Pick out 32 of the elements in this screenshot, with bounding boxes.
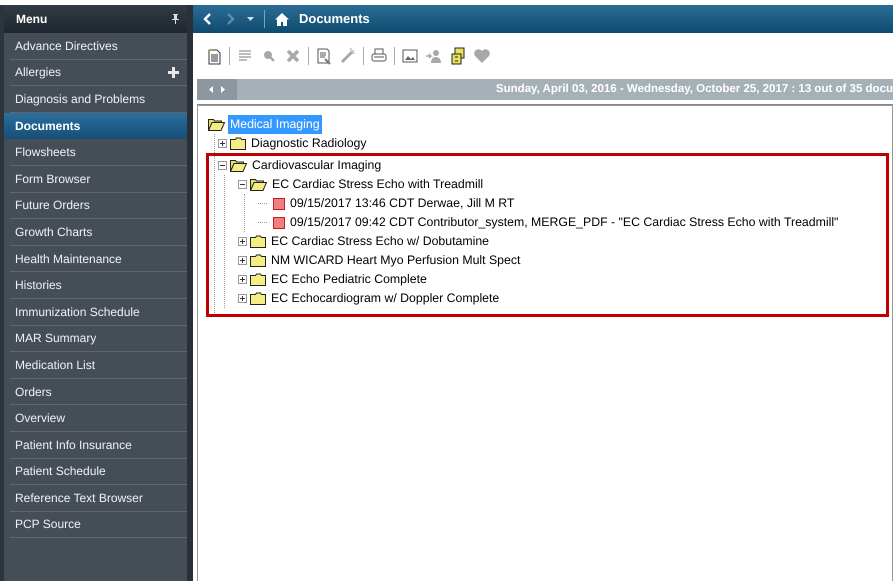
folder-item[interactable]: EC Cardiac Stress Echo w/ Dobutamine xyxy=(269,232,492,251)
back-button[interactable] xyxy=(201,13,214,25)
document-item[interactable]: 09/15/2017 13:46 CDT Derwae, Jill M RT xyxy=(288,194,516,213)
folder-item[interactable]: NM WICARD Heart Myo Perfusion Mult Spect xyxy=(269,251,522,270)
folder-item[interactable]: EC Cardiac Stress Echo with Treadmill xyxy=(270,175,486,194)
expander-icon[interactable] xyxy=(238,294,247,303)
expander-icon[interactable] xyxy=(238,256,247,265)
menu-title: Menu xyxy=(16,11,48,28)
file-cabinet-icon[interactable] xyxy=(449,47,467,65)
document-icon[interactable] xyxy=(315,47,333,65)
date-range-text: Sunday, April 03, 2016 - Wednesday, October 25, 2017 : 13 out of 35 docu xyxy=(496,82,893,97)
folder-item[interactable]: EC Echo Pediatric Complete xyxy=(269,270,429,289)
previous-arrow-icon[interactable] xyxy=(209,86,213,93)
pin-icon[interactable] xyxy=(172,14,179,24)
expander-icon[interactable] xyxy=(218,161,227,170)
expander-icon[interactable] xyxy=(238,275,247,284)
menu-item[interactable]: Documents xyxy=(4,112,187,140)
expander-icon[interactable] xyxy=(238,237,247,246)
document-item[interactable]: 09/15/2017 09:42 CDT Contributor_system, MERGE_PDF - "EC Cardiac Stress Echo with Treadmill" xyxy=(288,213,840,232)
folder-item[interactable]: Diagnostic Radiology xyxy=(249,134,369,153)
caret-icon[interactable] xyxy=(247,17,254,21)
document-icon xyxy=(273,216,285,228)
expander-icon[interactable] xyxy=(238,180,247,189)
image-icon[interactable] xyxy=(401,47,419,65)
folder-item[interactable]: Cardiovascular Imaging xyxy=(250,156,384,175)
document-icon xyxy=(273,198,285,210)
folder-item[interactable]: EC Echocardiogram w/ Doppler Complete xyxy=(269,289,502,308)
home-icon[interactable] xyxy=(275,12,289,26)
page-title: Documents xyxy=(299,10,370,28)
expander-icon[interactable] xyxy=(218,139,227,148)
add-icon[interactable] xyxy=(168,66,179,78)
next-arrow-icon[interactable] xyxy=(221,86,225,93)
